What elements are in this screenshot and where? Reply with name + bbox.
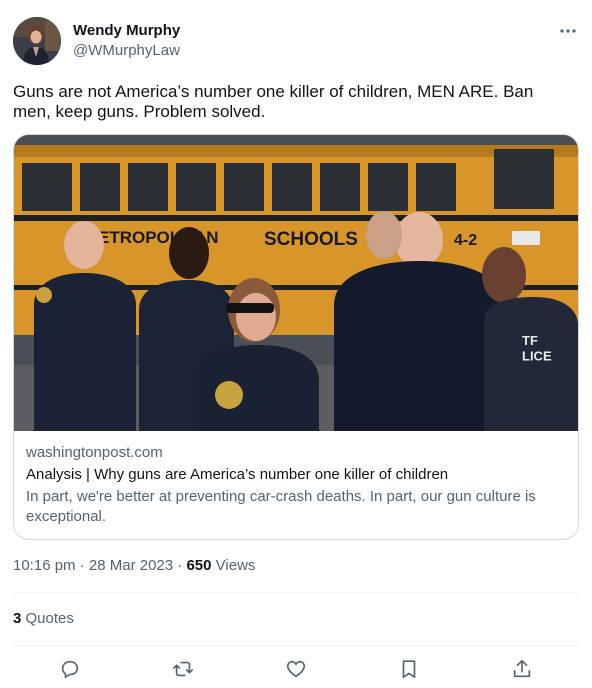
meta-separator: · bbox=[177, 557, 183, 574]
divider bbox=[13, 592, 579, 593]
tweet-meta: 10:16 pm · 28 Mar 2023 · 650 Views bbox=[13, 556, 255, 576]
heart-icon bbox=[286, 660, 306, 678]
quotes-label: Quotes bbox=[25, 610, 74, 627]
avatar[interactable] bbox=[13, 17, 61, 65]
quotes-count: 3 bbox=[13, 610, 22, 627]
link-card-image[interactable]: ETROPOLITAN SCHOOLS 4-2 TF LICE bbox=[14, 135, 578, 431]
action-bar bbox=[13, 656, 579, 682]
reply-button[interactable] bbox=[57, 656, 83, 682]
quotes-link[interactable]: 3 Quotes bbox=[13, 609, 74, 629]
bus-number: 4-2 bbox=[454, 232, 477, 249]
meta-separator: · bbox=[79, 557, 85, 574]
bookmark-icon bbox=[402, 660, 416, 679]
reply-icon bbox=[61, 660, 79, 679]
retweet-button[interactable] bbox=[170, 656, 196, 682]
share-icon bbox=[513, 659, 531, 678]
tweet-time[interactable]: 10:16 pm bbox=[13, 557, 76, 574]
link-card-meta: washingtonpost.com Analysis | Why guns a… bbox=[26, 443, 566, 527]
bus-lettering-right: SCHOOLS bbox=[264, 229, 358, 250]
more-options-button[interactable] bbox=[557, 21, 579, 41]
retweet-icon bbox=[173, 661, 193, 677]
author-names: Wendy Murphy @WMurphyLaw bbox=[73, 21, 180, 61]
tweet-text: Guns are not America’s number one killer… bbox=[13, 82, 534, 121]
divider bbox=[13, 645, 579, 646]
tweet-date[interactable]: 28 Mar 2023 bbox=[89, 557, 173, 574]
views-count: 650 bbox=[186, 557, 212, 574]
tweet-header: Wendy Murphy @WMurphyLaw bbox=[13, 17, 579, 67]
link-card[interactable]: ETROPOLITAN SCHOOLS 4-2 TF LICE washingt… bbox=[13, 134, 579, 540]
like-button[interactable] bbox=[283, 656, 309, 682]
author-handle[interactable]: @WMurphyLaw bbox=[73, 41, 180, 61]
link-card-domain[interactable]: washingtonpost.com bbox=[26, 443, 566, 463]
share-button[interactable] bbox=[509, 656, 535, 682]
link-card-title[interactable]: Analysis | Why guns are America’s number… bbox=[26, 465, 566, 485]
more-horizontal-icon bbox=[560, 29, 576, 33]
link-card-description: In part, we're better at preventing car-… bbox=[26, 488, 536, 525]
views-label: Views bbox=[215, 557, 256, 574]
author-display-name[interactable]: Wendy Murphy bbox=[73, 21, 180, 41]
bookmark-button[interactable] bbox=[396, 656, 422, 682]
